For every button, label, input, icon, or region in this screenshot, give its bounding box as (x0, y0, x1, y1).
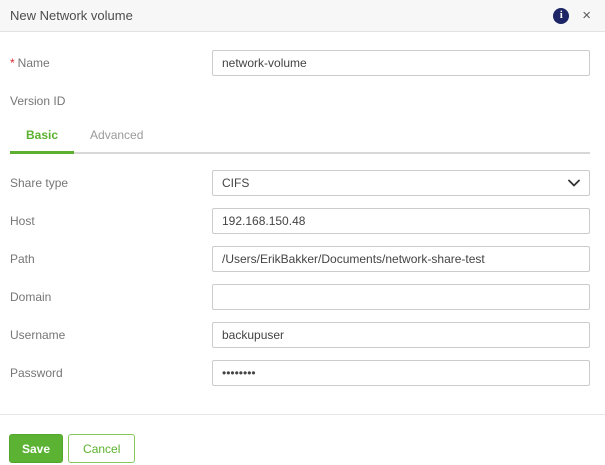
cancel-button[interactable]: Cancel (68, 434, 136, 463)
path-control (212, 246, 590, 272)
domain-label: Domain (10, 290, 52, 304)
form-row-name: * Name (10, 50, 590, 76)
path-input[interactable] (212, 246, 590, 272)
dialog-header: New Network volume i × (0, 0, 605, 32)
tab-advanced[interactable]: Advanced (74, 126, 159, 154)
form-row-version-id: Version ID (10, 88, 590, 114)
password-control (212, 360, 590, 386)
version-id-label: Version ID (10, 94, 66, 108)
tab-basic[interactable]: Basic (10, 126, 75, 154)
username-input[interactable] (212, 322, 590, 348)
chevron-down-icon (568, 179, 580, 187)
tab-strip: Basic Advanced (10, 126, 590, 154)
share-type-select[interactable]: CIFS (212, 170, 590, 196)
dialog-title: New Network volume (10, 8, 133, 23)
name-control (212, 50, 590, 76)
host-input[interactable] (212, 208, 590, 234)
password-label: Password (10, 366, 63, 380)
domain-control (212, 284, 590, 310)
required-asterisk: * (10, 56, 15, 70)
domain-input[interactable] (212, 284, 590, 310)
info-icon[interactable]: i (553, 7, 570, 24)
name-input[interactable] (212, 50, 590, 76)
form-row-share-type: Share type CIFS (10, 170, 590, 196)
name-label-text: Name (17, 56, 50, 70)
password-input[interactable] (212, 360, 590, 386)
save-button[interactable]: Save (9, 434, 64, 463)
close-icon[interactable]: × (582, 8, 591, 23)
form-row-host: Host (10, 208, 590, 234)
header-actions: i × (553, 7, 591, 24)
new-network-volume-dialog: New Network volume i × *Name Version ID … (0, 0, 605, 465)
share-type-selected-value: CIFS (222, 176, 250, 190)
host-control (212, 208, 590, 234)
dialog-footer: Save Cancel (0, 415, 605, 463)
username-label: Username (10, 328, 66, 342)
form-row-username: Username (10, 322, 590, 348)
form-row-domain: Domain (10, 284, 590, 310)
name-label: * Name (10, 56, 212, 70)
host-label: Host (10, 214, 35, 228)
username-control (212, 322, 590, 348)
form-row-password: Password (10, 360, 590, 386)
form-row-path: Path (10, 246, 590, 272)
share-type-control: CIFS (212, 170, 590, 196)
path-label: Path (10, 252, 35, 266)
share-type-label: Share type (10, 176, 69, 190)
dialog-body: *Name Version ID Basic Advanced Share ty… (0, 32, 605, 386)
